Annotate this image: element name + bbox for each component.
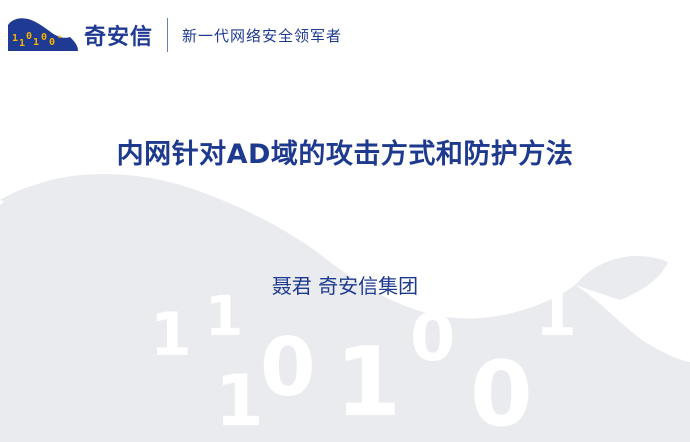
brand-name: 奇安信 xyxy=(84,25,154,50)
svg-text:0: 0 xyxy=(49,37,55,48)
watermark-digit: 1 xyxy=(150,300,192,370)
watermark-digit: 1 xyxy=(335,328,401,438)
brand-logo: 1 1 0 1 0 0 ° 奇安信 xyxy=(6,15,153,55)
svg-text:°: ° xyxy=(57,35,62,45)
slide-title: 内网针对AD域的攻击方式和防护方法 xyxy=(116,139,574,170)
brand-tagline: 新一代网络安全领军者 xyxy=(182,26,343,45)
svg-text:1: 1 xyxy=(12,33,18,44)
svg-text:1: 1 xyxy=(33,37,39,48)
svg-text:0: 0 xyxy=(41,32,47,43)
svg-text:1: 1 xyxy=(19,38,25,49)
header-divider xyxy=(167,18,169,52)
watermark-digit: 0 xyxy=(470,342,533,442)
slide: 1 1 0 1 0 0 1 1 1 1 0 1 0 0 ° 奇安信 新一代网络安… xyxy=(0,0,690,442)
svg-text:0: 0 xyxy=(26,31,32,42)
watermark-digit: 0 xyxy=(410,301,455,376)
header: 1 1 0 1 0 0 ° 奇安信 新一代网络安全领军者 xyxy=(6,12,342,58)
watermark-digit: 0 xyxy=(260,321,316,414)
slide-author: 聂君 奇安信集团 xyxy=(271,274,419,298)
watermark-digit: 1 xyxy=(215,360,264,442)
lion-watermark-icon: 1 1 0 1 0 0 1 1 xyxy=(0,173,690,442)
lion-binary-logo-icon: 1 1 0 1 0 0 ° xyxy=(8,18,78,51)
